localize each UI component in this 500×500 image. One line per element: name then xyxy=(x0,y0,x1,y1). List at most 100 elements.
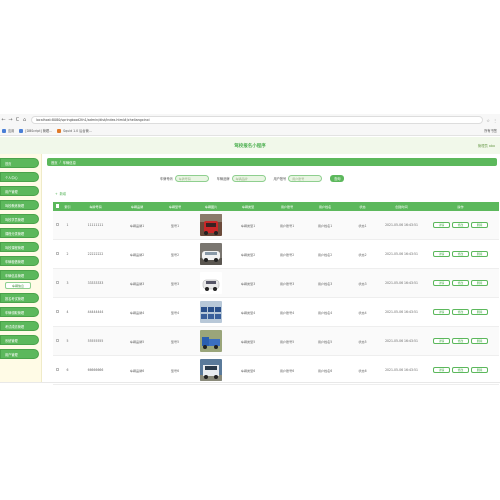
search-input-plate[interactable]: 车牌号码 xyxy=(174,175,209,182)
vehicle-photo-white-sedan[interactable] xyxy=(200,243,222,265)
table-row: 2 22222222 车辆品牌2 型号2 车辆类型2 用户账号2 用户姓名2 状… xyxy=(53,240,499,269)
row-actions: 详情 修改 删除 xyxy=(422,280,499,286)
bookmark-apps[interactable]: 应用 xyxy=(2,128,14,133)
column-header: 操作 xyxy=(457,205,464,209)
page-icon xyxy=(19,128,24,133)
edit-button[interactable]: 修改 xyxy=(452,280,469,286)
delete-button[interactable]: 删除 xyxy=(471,309,488,315)
sidebar-item-exam-scores[interactable]: 考试成绩管理 xyxy=(0,321,39,331)
forward-icon[interactable]: → xyxy=(7,114,14,126)
add-button[interactable]: + 新增 xyxy=(55,191,66,197)
breadcrumb: 首页 / 车辆信息 xyxy=(47,158,497,166)
search-input-account[interactable]: 用户账号 xyxy=(288,175,323,182)
sidebar-item-vehicle-pickup[interactable]: 车辆领取管理 xyxy=(0,307,39,317)
cell-picture xyxy=(194,214,228,236)
row-actions: 详情 修改 删除 xyxy=(422,222,499,228)
detail-button[interactable]: 详情 xyxy=(433,309,450,315)
cell-model: 型号2 xyxy=(170,252,180,257)
row-checkbox[interactable] xyxy=(55,280,60,285)
bookmark-dbscript[interactable]: [DBScript] 管理... xyxy=(19,128,52,133)
cell-name: 用户姓名4 xyxy=(317,310,333,315)
sidebar-item-system[interactable]: 系统管理 xyxy=(0,335,39,345)
menu-icon[interactable]: ⋮ xyxy=(493,118,497,123)
page-icon xyxy=(57,128,62,133)
delete-button[interactable]: 删除 xyxy=(471,280,488,286)
edit-button[interactable]: 修改 xyxy=(452,222,469,228)
row-checkbox-cell xyxy=(53,338,62,344)
vehicle-photo-red-car[interactable] xyxy=(200,214,222,236)
detail-button[interactable]: 详情 xyxy=(433,367,450,373)
cell-model: 型号4 xyxy=(170,310,180,315)
cell-status: 状态1 xyxy=(358,223,367,228)
star-icon[interactable]: ☆ xyxy=(486,118,490,123)
reload-icon[interactable]: C xyxy=(14,114,21,126)
edit-button[interactable]: 修改 xyxy=(452,367,469,373)
sidebar-item-courses[interactable]: 驾校课程管理 xyxy=(0,242,39,252)
bookmark-squid[interactable]: Squid 1.0 后台管... xyxy=(57,128,92,133)
sidebar-item-user-admin[interactable]: 用户管理 xyxy=(0,349,39,359)
row-checkbox[interactable] xyxy=(55,367,60,372)
delete-button[interactable]: 删除 xyxy=(471,222,488,228)
cell-index: 5 xyxy=(66,339,69,343)
cell-picture xyxy=(194,301,228,323)
sidebar-subitem-vehicle-info[interactable]: 车辆信息 xyxy=(5,282,31,289)
row-checkbox-cell xyxy=(53,251,62,257)
detail-button[interactable]: 详情 xyxy=(433,222,450,228)
select-all-checkbox[interactable] xyxy=(55,204,60,208)
user-info[interactable]: 管理员 abo xyxy=(478,143,495,148)
app-header: 驾校报名小程序 管理员 abo xyxy=(0,137,500,154)
cell-created-time: 2021-05-06 16:43:51 xyxy=(385,368,418,372)
detail-button[interactable]: 详情 xyxy=(433,338,450,344)
search-button[interactable]: 查询 xyxy=(330,175,345,182)
back-icon[interactable]: ← xyxy=(0,114,7,126)
sidebar-item-coaches[interactable]: 驾校教练管理 xyxy=(0,200,39,210)
cell-created-time: 2021-05-06 16:43:51 xyxy=(385,223,418,227)
search-label-account: 用户账号 xyxy=(273,177,287,181)
cell-brand: 车辆品牌5 xyxy=(129,339,145,344)
sidebar-item-exam-registration[interactable]: 报名考试管理 xyxy=(0,293,39,303)
column-header: 车牌号码 xyxy=(89,205,102,209)
sidebar-item-students[interactable]: 驾校学员管理 xyxy=(0,214,39,224)
cell-name: 用户姓名2 xyxy=(317,252,333,257)
breadcrumb-home[interactable]: 首页 xyxy=(51,160,58,165)
sidebar-item-profile[interactable]: 个人中心 xyxy=(0,172,39,182)
all-bookmarks[interactable]: 所有书签 xyxy=(484,128,497,133)
edit-button[interactable]: 修改 xyxy=(452,251,469,257)
address-bar[interactable]: localhost:8080/springboot2th1/admin/dist… xyxy=(31,116,484,124)
delete-button[interactable]: 删除 xyxy=(471,338,488,344)
delete-button[interactable]: 删除 xyxy=(471,367,488,373)
home-icon[interactable]: ⌂ xyxy=(21,114,28,126)
vehicle-photo-blue-truck[interactable] xyxy=(200,330,222,352)
sidebar-item-users[interactable]: 用户管理 xyxy=(0,186,39,196)
detail-button[interactable]: 详情 xyxy=(433,251,450,257)
row-checkbox[interactable] xyxy=(55,222,60,227)
row-actions: 详情 修改 删除 xyxy=(422,367,499,373)
cell-index: 6 xyxy=(66,368,69,372)
column-header: 索引 xyxy=(64,205,71,209)
bookmark-label: 应用 xyxy=(8,129,15,133)
edit-button[interactable]: 修改 xyxy=(452,338,469,344)
browser-chrome: ← → C ⌂ localhost:8080/springboot2th1/ad… xyxy=(0,114,500,136)
search-input-brand[interactable]: 车辆品牌 xyxy=(231,175,266,182)
row-checkbox[interactable] xyxy=(55,309,60,314)
delete-button[interactable]: 删除 xyxy=(471,251,488,257)
app-page: ← → C ⌂ localhost:8080/springboot2th1/ad… xyxy=(0,0,500,500)
row-actions: 详情 修改 删除 xyxy=(422,309,499,315)
vehicle-photo-fleet[interactable] xyxy=(200,301,222,323)
row-checkbox[interactable] xyxy=(55,338,60,343)
sidebar-item-home[interactable]: 首页 xyxy=(0,158,39,168)
vehicle-photo-white-small-car[interactable] xyxy=(200,272,222,294)
cell-picture xyxy=(194,243,228,265)
cell-brand: 车辆品牌2 xyxy=(129,252,145,257)
sidebar-item-vehicles[interactable]: 车辆信息管理 xyxy=(0,270,39,280)
sidebar-item-course-categories[interactable]: 课程分类管理 xyxy=(0,228,39,238)
edit-button[interactable]: 修改 xyxy=(452,309,469,315)
row-checkbox[interactable] xyxy=(55,251,60,256)
cell-picture xyxy=(194,330,228,352)
vehicle-photo-white-truck[interactable] xyxy=(200,359,222,381)
row-checkbox-cell xyxy=(53,309,62,315)
search-label-brand: 车辆品牌 xyxy=(216,177,230,181)
detail-button[interactable]: 详情 xyxy=(433,280,450,286)
sidebar-item-rentals[interactable]: 车辆租借管理 xyxy=(0,256,39,266)
address-url: localhost:8080/springboot2th1/admin/dist… xyxy=(36,118,150,122)
